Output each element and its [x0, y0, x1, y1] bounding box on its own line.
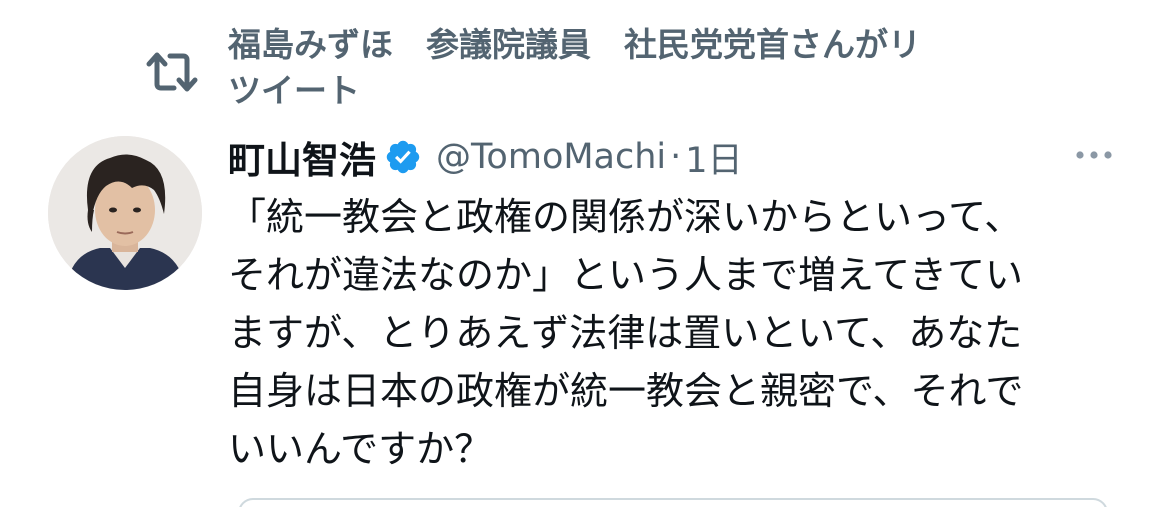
header-separator: ·	[670, 137, 682, 177]
retweet-label[interactable]: 福島みずほ 参議院議員 社民党党首さんがリ ツイート	[228, 22, 1028, 114]
more-options-icon[interactable]	[1070, 140, 1118, 170]
verified-badge-icon	[386, 140, 420, 174]
tweet-text-line: それが違法なのか」という人まで増えてきてい	[228, 253, 1023, 297]
retweet-icon	[146, 52, 198, 92]
tweet-text-line: ますが、とりあえず法律は置いといて、あなた	[228, 311, 1023, 355]
tweet-text-line: 「統一教会と政権の関係が深いからといって、	[228, 195, 1023, 239]
tweet-timestamp[interactable]: 1日	[685, 132, 742, 183]
author-display-name[interactable]: 町山智浩	[228, 130, 376, 184]
tweet-text-line: 自身は日本の政権が統一教会と親密で、それで	[228, 369, 1024, 413]
retweet-context[interactable]: 福島みずほ 参議院議員 社民党党首さんがリ ツイート	[0, 0, 1169, 120]
tweet-body[interactable]: 「統一教会と政権の関係が深いからといって、 それが違法なのか」という人まで増えて…	[228, 188, 1128, 478]
tweet-text-line: いいんですか？	[228, 427, 493, 471]
retweet-label-line2: ツイート	[228, 71, 360, 110]
quoted-card-edge[interactable]	[238, 498, 1108, 507]
author-handle[interactable]: @TomoMachi	[436, 137, 666, 177]
avatar[interactable]	[48, 136, 202, 290]
avatar-photo	[48, 136, 202, 290]
retweet-label-line1: 福島みずほ 参議院議員 社民党党首さんがリ	[228, 25, 921, 64]
tweet-header: 町山智浩 @TomoMachi · 1日	[228, 132, 743, 182]
